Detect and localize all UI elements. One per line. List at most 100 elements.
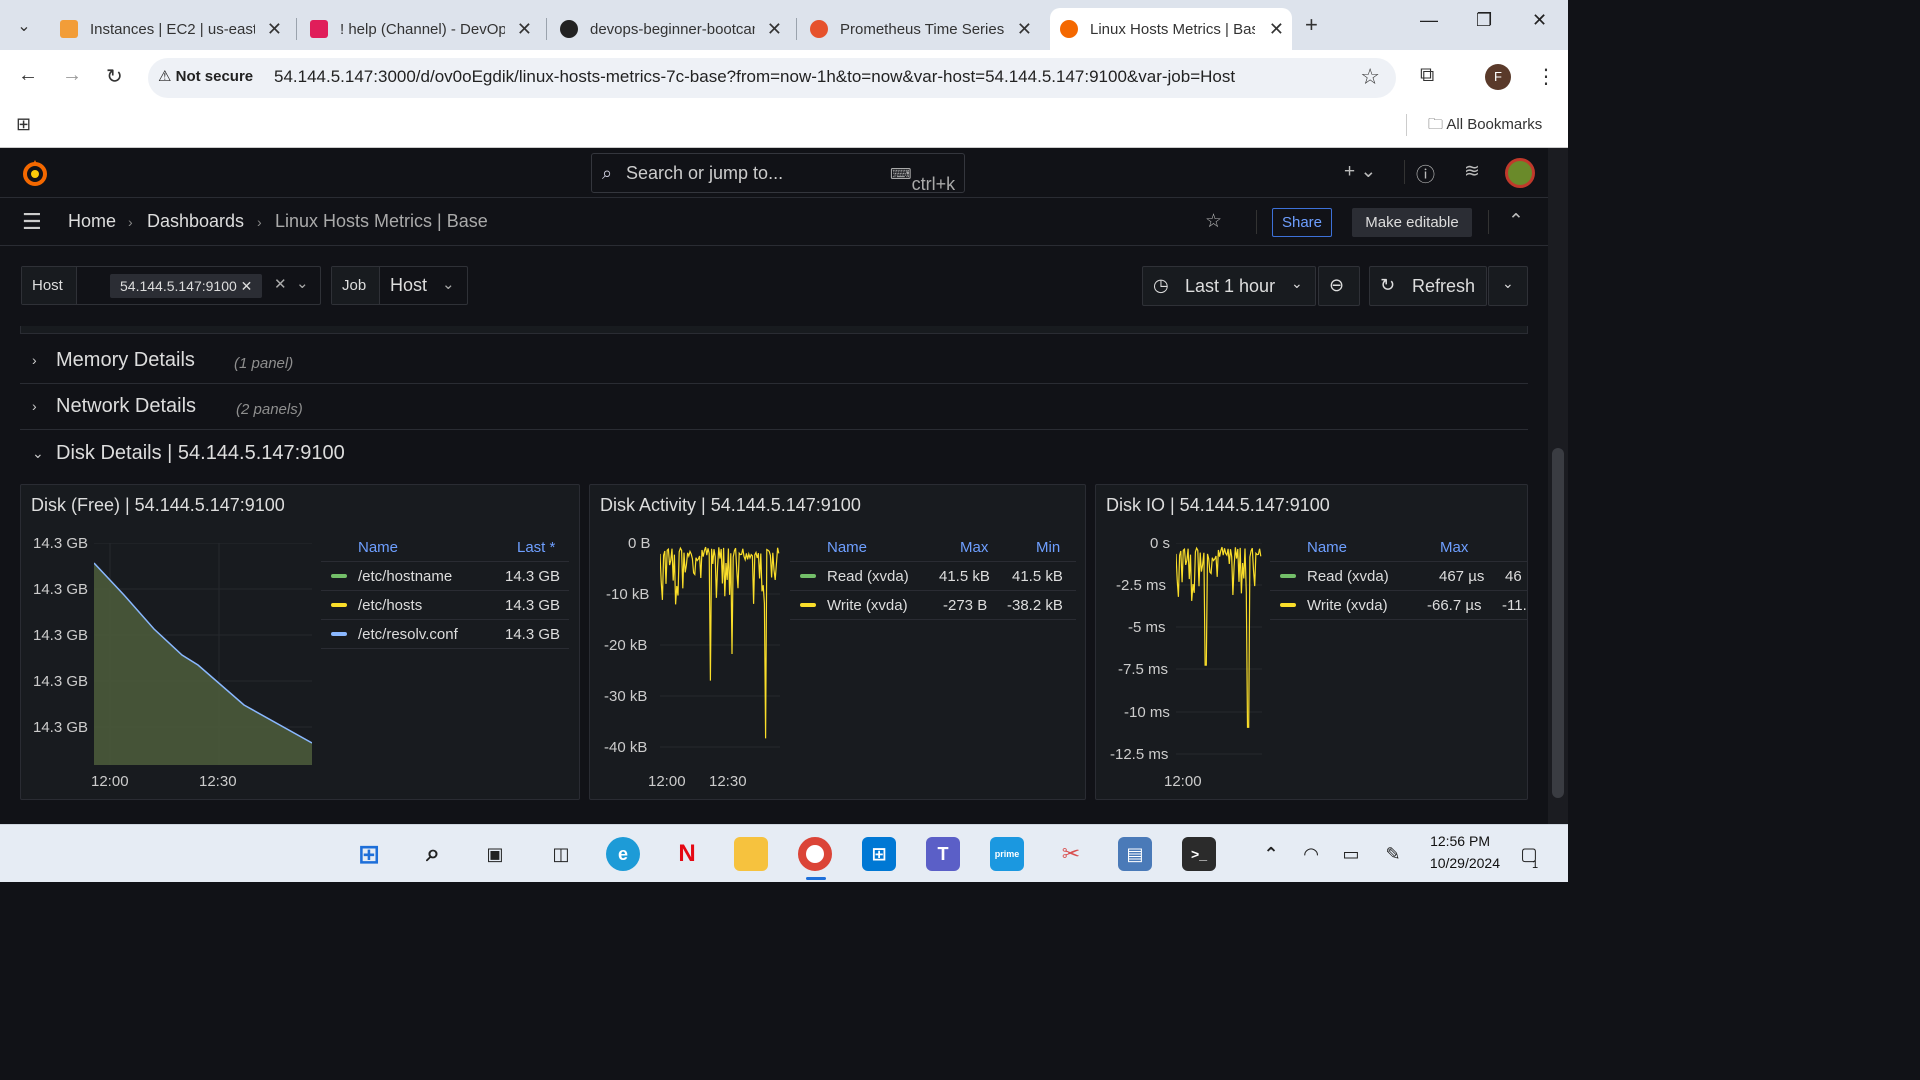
tab-search-button[interactable]: ⌄: [8, 10, 40, 42]
favorite-star-icon[interactable]: ☆: [1205, 210, 1222, 233]
legend-item[interactable]: /etc/resolv.conf: [358, 626, 458, 643]
zoom-out-button[interactable]: ⊖: [1318, 266, 1360, 306]
refresh-interval-dropdown[interactable]: ⌄: [1488, 266, 1528, 306]
legend-header-name[interactable]: Name: [827, 539, 867, 556]
chrome-icon[interactable]: [798, 837, 832, 871]
user-avatar[interactable]: [1505, 158, 1535, 188]
host-variable: Host 54.144.5.147:9100 ✕ ✕ ⌄: [21, 266, 321, 305]
legend-item[interactable]: /etc/hosts: [358, 597, 422, 614]
browser-menu-icon[interactable]: ⋮: [1536, 64, 1556, 89]
all-bookmarks-button[interactable]: 🗀 All Bookmarks: [1428, 114, 1542, 139]
close-tab-icon[interactable]: ✕: [1017, 19, 1032, 40]
widgets-icon[interactable]: ◫: [544, 837, 578, 871]
breadcrumb-dashboards[interactable]: Dashboards: [147, 211, 244, 232]
bookmark-star-icon[interactable]: ☆: [1360, 64, 1380, 90]
share-button[interactable]: Share: [1272, 208, 1332, 237]
extensions-icon[interactable]: ⧉: [1420, 64, 1434, 87]
new-tab-button[interactable]: +: [1305, 12, 1318, 38]
legend-item[interactable]: Read (xvda): [827, 568, 909, 585]
apps-grid-icon[interactable]: ⊞: [16, 114, 31, 135]
restore-icon[interactable]: ❐: [1476, 10, 1492, 31]
omnibox[interactable]: ⚠ Not secure 54.144.5.147:3000/d/ov0oEgd…: [148, 58, 1396, 98]
clear-icon[interactable]: ✕: [274, 275, 287, 293]
close-window-icon[interactable]: ✕: [1532, 10, 1547, 31]
panel-disk-activity[interactable]: Disk Activity | 54.144.5.147:9100 0 B -1…: [589, 484, 1086, 800]
minimize-icon[interactable]: —: [1420, 10, 1438, 31]
netflix-icon[interactable]: N: [670, 837, 704, 871]
profile-avatar[interactable]: F: [1485, 64, 1511, 90]
wifi-icon[interactable]: ◠: [1294, 837, 1328, 871]
legend-header-name[interactable]: Name: [1307, 539, 1347, 556]
remote-desktop-icon[interactable]: ▤: [1118, 837, 1152, 871]
close-tab-icon[interactable]: ✕: [767, 19, 782, 40]
dropdown-chevron-icon[interactable]: ⌄: [296, 274, 309, 292]
close-tab-icon[interactable]: ✕: [267, 19, 282, 40]
menu-hamburger-icon[interactable]: ☰: [22, 209, 42, 235]
row-network-details[interactable]: › Network Details (2 panels): [20, 386, 1528, 430]
teams-icon[interactable]: T: [926, 837, 960, 871]
legend-header-max[interactable]: Max: [1440, 539, 1468, 556]
panel-disk-io[interactable]: Disk IO | 54.144.5.147:9100 0 s -2.5 ms …: [1095, 484, 1528, 800]
help-icon[interactable]: ⓘ: [1416, 160, 1435, 187]
add-icon[interactable]: + ⌄: [1344, 160, 1376, 183]
legend-item[interactable]: Read (xvda): [1307, 568, 1389, 585]
disk-activity-chart[interactable]: [660, 543, 780, 765]
legend-item[interactable]: /etc/hostname: [358, 568, 452, 585]
row-disk-details[interactable]: ⌄ Disk Details | 54.144.5.147:9100: [20, 433, 1528, 477]
breadcrumb-home[interactable]: Home: [68, 211, 116, 232]
back-icon[interactable]: ←: [18, 64, 38, 87]
notification-icon[interactable]: ▢: [1512, 837, 1546, 871]
make-editable-button[interactable]: Make editable: [1352, 208, 1472, 237]
tab-grafana-active[interactable]: Linux Hosts Metrics | Base ✕: [1050, 8, 1292, 50]
collapse-icon[interactable]: ⌃: [1508, 210, 1524, 233]
panel-disk-free[interactable]: Disk (Free) | 54.144.5.147:9100 14.3 GB …: [20, 484, 580, 800]
tab-slack[interactable]: ! help (Channel) - DevOps ✕: [300, 8, 540, 50]
search-icon[interactable]: ⌕: [416, 837, 450, 871]
grafana-logo-icon[interactable]: [20, 158, 50, 188]
legend-header-name[interactable]: Name: [358, 539, 398, 556]
terminal-icon[interactable]: >_: [1182, 837, 1216, 871]
legend-header-max[interactable]: Max: [960, 539, 988, 556]
news-feed-icon[interactable]: ≋: [1464, 160, 1480, 183]
search-box[interactable]: ⌕ Search or jump to... ⌨ ctrl+k: [591, 153, 965, 194]
disk-io-chart[interactable]: [1176, 543, 1262, 765]
refresh-button[interactable]: ↻ Refresh: [1369, 266, 1487, 306]
pen-icon[interactable]: ✎: [1376, 837, 1410, 871]
close-tab-icon[interactable]: ✕: [1269, 19, 1284, 40]
legend-item[interactable]: Write (xvda): [827, 597, 908, 614]
remove-chip-icon[interactable]: ✕: [241, 278, 253, 294]
tab-prometheus[interactable]: Prometheus Time Series Collection ✕: [800, 8, 1040, 50]
close-tab-icon[interactable]: ✕: [517, 19, 532, 40]
prime-video-icon[interactable]: prime: [990, 837, 1024, 871]
store-icon[interactable]: ⊞: [862, 837, 896, 871]
tab-ec2[interactable]: Instances | EC2 | us-east-1 ✕: [50, 8, 290, 50]
job-value[interactable]: Host: [390, 275, 427, 296]
forward-icon[interactable]: →: [62, 64, 82, 87]
page-scrollbar[interactable]: [1548, 148, 1568, 824]
disk-free-chart[interactable]: [94, 543, 312, 765]
windows-start-icon[interactable]: ⊞: [352, 837, 386, 871]
dropdown-chevron-icon[interactable]: ⌄: [442, 275, 455, 293]
tab-github[interactable]: devops-beginner-bootcamp ✕: [550, 8, 790, 50]
y-tick-label: -7.5 ms: [1118, 661, 1169, 678]
legend-header-min[interactable]: Min: [1036, 539, 1060, 556]
legend-item[interactable]: Write (xvda): [1307, 597, 1388, 614]
y-tick-label: 14.3 GB: [33, 673, 89, 690]
row-memory-details[interactable]: › Memory Details (1 panel): [20, 340, 1528, 384]
battery-icon[interactable]: ▭: [1334, 837, 1368, 871]
url-text[interactable]: 54.144.5.147:3000/d/ov0oEgdik/linux-host…: [274, 67, 1235, 87]
legend-value: 14.3 GB: [505, 597, 561, 614]
reload-icon[interactable]: ↻: [106, 64, 123, 89]
legend-header-last[interactable]: Last *: [517, 539, 555, 556]
edge-icon[interactable]: e: [606, 837, 640, 871]
y-tick-label: -40 kB: [604, 739, 648, 756]
clock-time[interactable]: 12:56 PM: [1420, 833, 1490, 849]
host-chip[interactable]: 54.144.5.147:9100 ✕: [110, 274, 263, 298]
show-hidden-icons[interactable]: ⌃: [1254, 837, 1288, 871]
file-explorer-icon[interactable]: [734, 837, 768, 871]
snipping-tool-icon[interactable]: ✂: [1054, 837, 1088, 871]
time-range-picker[interactable]: ◷ Last 1 hour ⌄: [1142, 266, 1316, 306]
security-indicator[interactable]: ⚠ Not secure: [158, 67, 253, 85]
task-view-icon[interactable]: ▣: [478, 837, 512, 871]
clock-date[interactable]: 10/29/2024: [1410, 855, 1500, 871]
